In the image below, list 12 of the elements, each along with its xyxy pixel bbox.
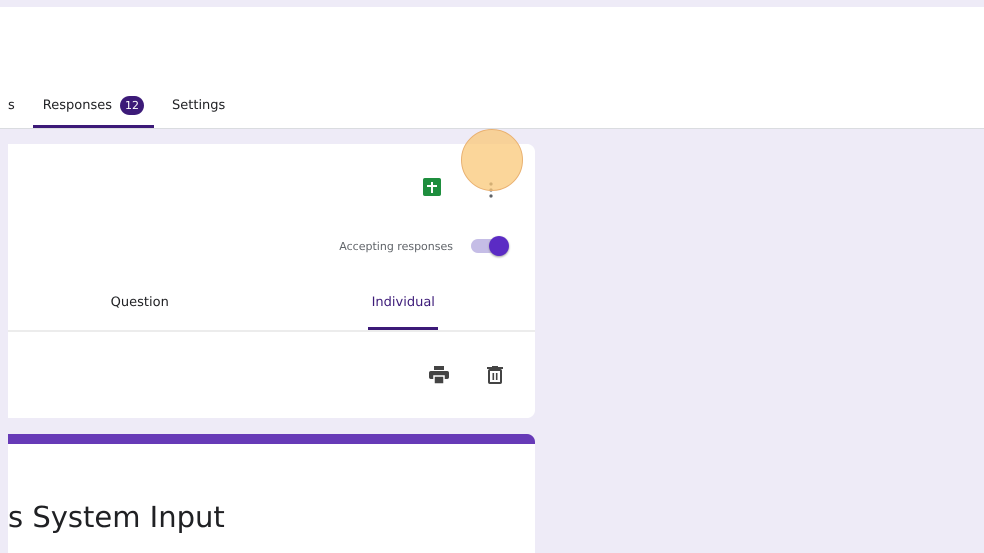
nav-tab[interactable]: Settings: [172, 96, 226, 128]
accepting-label: Accepting responses: [339, 240, 453, 252]
form-title: s System Input: [8, 499, 226, 534]
delete-icon[interactable]: [487, 366, 503, 384]
view-tab[interactable]: Question: [104, 278, 175, 330]
count-badge: 12: [120, 96, 144, 115]
nav-tab[interactable]: s: [8, 96, 15, 128]
toggle-switch[interactable]: [471, 239, 507, 253]
view-tab[interactable]: Individual: [368, 278, 438, 330]
nav-tab[interactable]: Responses 12: [32, 96, 154, 128]
print-icon[interactable]: [429, 366, 449, 384]
spreadsheet-icon[interactable]: [423, 178, 441, 196]
